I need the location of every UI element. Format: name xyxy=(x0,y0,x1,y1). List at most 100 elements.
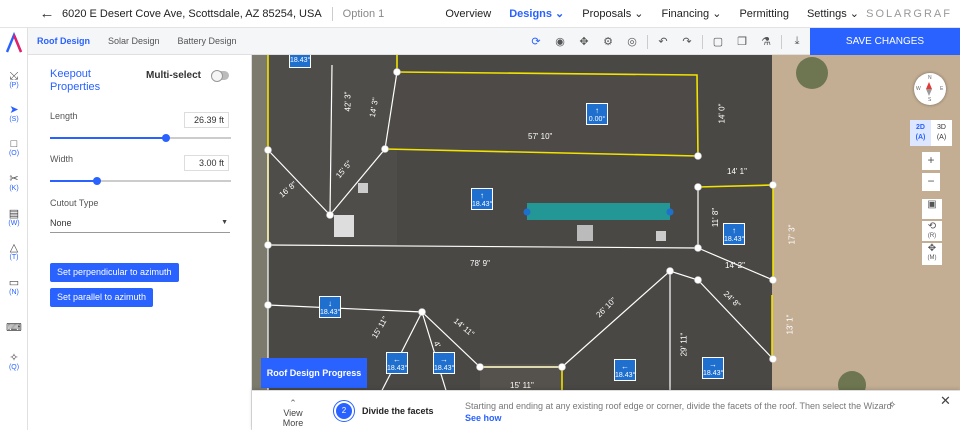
nav-financing[interactable]: Financing ⌄ xyxy=(652,0,730,28)
divider xyxy=(647,34,648,49)
rail-cut[interactable]: ✂ (K) xyxy=(0,173,28,192)
facet-pitch-marker[interactable]: ← 18.43° xyxy=(614,359,636,381)
facet-pitch-marker[interactable]: 18.43° xyxy=(289,55,311,68)
vertex[interactable] xyxy=(666,267,674,275)
tab-roof-design[interactable]: Roof Design xyxy=(28,28,99,55)
vertex[interactable] xyxy=(694,276,702,284)
width-slider-fill xyxy=(50,180,98,182)
toolbar: ⟳ ◉ ✥ ⚙ ◎ ↶ ↷ ▢ ❐ ⚗ ⤓ ⓘ xyxy=(524,28,833,55)
move-icon[interactable]: ✥ xyxy=(572,35,596,48)
rail-select[interactable]: ➤ (S) xyxy=(0,104,28,123)
view-2d-button[interactable]: 2D (A) xyxy=(910,120,931,146)
facet-pitch-marker[interactable]: ↑ 0.00° xyxy=(586,103,608,125)
move-icon: ✥ xyxy=(927,243,937,254)
gear-icon[interactable]: ⚙ xyxy=(596,35,620,48)
dimension-label: 57' 10" xyxy=(528,132,553,141)
set-parallel-button[interactable]: Set parallel to azimuth xyxy=(50,288,154,307)
vertex[interactable] xyxy=(264,146,272,154)
cutout-type-value: None xyxy=(50,218,72,228)
refresh-icon[interactable]: ⟳ xyxy=(524,35,548,48)
vertex[interactable] xyxy=(694,244,702,252)
rail-wand[interactable]: ✧ (Q) xyxy=(0,352,28,371)
length-slider-fill xyxy=(50,137,166,139)
width-input[interactable]: 3.00 ft xyxy=(184,155,229,171)
facet-pitch-marker[interactable]: ↓ 18.43° xyxy=(319,296,341,318)
width-slider-knob[interactable] xyxy=(93,177,102,185)
chevron-up-icon: ⌃ xyxy=(289,398,297,408)
roof-design-progress-tab[interactable]: Roof Design Progress xyxy=(261,358,367,388)
width-slider[interactable] xyxy=(50,177,231,185)
map-tool-select[interactable]: ▣ xyxy=(922,199,942,219)
compass-icon[interactable]: N S E W xyxy=(914,73,946,105)
vertex[interactable] xyxy=(381,145,389,153)
selected-keepout[interactable] xyxy=(527,203,670,220)
width-label: Width xyxy=(50,154,74,164)
tab-solar-design[interactable]: Solar Design xyxy=(99,28,169,55)
map-tool-move[interactable]: ✥ (M) xyxy=(922,243,942,265)
eye-icon[interactable]: ◎ xyxy=(620,35,644,48)
nav-proposals[interactable]: Proposals ⌄ xyxy=(573,0,652,28)
vent xyxy=(656,231,666,241)
window-icon: ▤ xyxy=(8,208,20,220)
zoom-in-button[interactable]: + xyxy=(922,152,940,170)
view-mode-toggle[interactable]: 2D (A) 3D (A) xyxy=(910,120,952,146)
cutout-type-select[interactable]: None ▼ xyxy=(50,215,230,233)
rail-obstruction[interactable]: □ (O) xyxy=(0,138,28,157)
step-title: Divide the facets xyxy=(362,406,434,416)
solargraf-logo: SOLARGRAF xyxy=(866,8,952,20)
keepout-handle[interactable] xyxy=(523,208,531,216)
nav-overview[interactable]: Overview xyxy=(436,0,500,28)
tab-battery-design[interactable]: Battery Design xyxy=(169,28,246,55)
facet-pitch-marker[interactable]: ↑ 18.43° xyxy=(471,188,493,210)
set-perpendicular-button[interactable]: Set perpendicular to azimuth xyxy=(50,263,179,282)
length-input[interactable]: 26.39 ft xyxy=(184,112,229,128)
dimension-label: 42' 3" xyxy=(343,91,353,112)
back-arrow-icon[interactable]: ← xyxy=(36,5,58,22)
save-changes-button[interactable]: SAVE CHANGES xyxy=(810,28,960,55)
trash-icon[interactable]: ▢ xyxy=(706,35,730,48)
vertex[interactable] xyxy=(558,363,566,371)
vertex[interactable] xyxy=(418,308,426,316)
vertex[interactable] xyxy=(393,68,401,76)
rail-tree[interactable]: △ (T) xyxy=(0,242,28,261)
map-tool-rotate[interactable]: ⟲ (R) xyxy=(922,221,942,241)
camera-icon[interactable]: ◉ xyxy=(548,35,572,48)
rail-keyboard[interactable]: ⌨ xyxy=(0,322,28,334)
vertex[interactable] xyxy=(476,363,484,371)
zoom-out-button[interactable]: − xyxy=(922,173,940,191)
vertex[interactable] xyxy=(264,301,272,309)
vertex[interactable] xyxy=(769,276,777,284)
keepout-handle[interactable] xyxy=(666,208,674,216)
multiselect-toggle[interactable] xyxy=(211,70,229,82)
vertex[interactable] xyxy=(264,241,272,249)
undo-icon[interactable]: ↶ xyxy=(651,35,675,48)
panel-title: Keepout Properties xyxy=(50,68,101,93)
vertex[interactable] xyxy=(769,181,777,189)
rail-pointer[interactable]: ⤩ (P) xyxy=(0,70,28,89)
view-more-button[interactable]: ⌃ View More xyxy=(272,398,314,429)
length-slider-knob[interactable] xyxy=(161,134,170,142)
vertex[interactable] xyxy=(769,355,777,363)
length-slider[interactable] xyxy=(50,134,231,142)
nav-permitting[interactable]: Permitting xyxy=(730,0,798,28)
dimension-label: 14' 2" xyxy=(725,261,745,270)
redo-icon[interactable]: ↷ xyxy=(675,35,699,48)
vertex[interactable] xyxy=(694,183,702,191)
facet-pitch-marker[interactable]: → 18.43° xyxy=(433,352,455,374)
rail-ruler[interactable]: ▭ (N) xyxy=(0,277,28,296)
facet-pitch-marker[interactable]: ← 18.43° xyxy=(386,352,408,374)
paint-icon[interactable]: ⚗ xyxy=(754,35,778,48)
view-3d-button[interactable]: 3D (A) xyxy=(931,120,952,146)
vertex[interactable] xyxy=(326,211,334,219)
option-label[interactable]: Option 1 xyxy=(343,8,385,20)
close-icon[interactable]: ✕ xyxy=(940,393,951,409)
rail-window[interactable]: ▤ (W) xyxy=(0,208,28,227)
download-icon[interactable]: ⤓ xyxy=(785,35,809,48)
nav-designs[interactable]: Designs ⌄ xyxy=(500,0,573,28)
see-how-link[interactable]: See how xyxy=(465,413,502,423)
facet-pitch-marker[interactable]: → 18.43° xyxy=(702,357,724,379)
nav-settings[interactable]: Settings ⌄ xyxy=(798,0,868,28)
copy-icon[interactable]: ❐ xyxy=(730,35,754,48)
vertex[interactable] xyxy=(694,152,702,160)
facet-pitch-marker[interactable]: ↑ 18.43° xyxy=(723,223,745,245)
